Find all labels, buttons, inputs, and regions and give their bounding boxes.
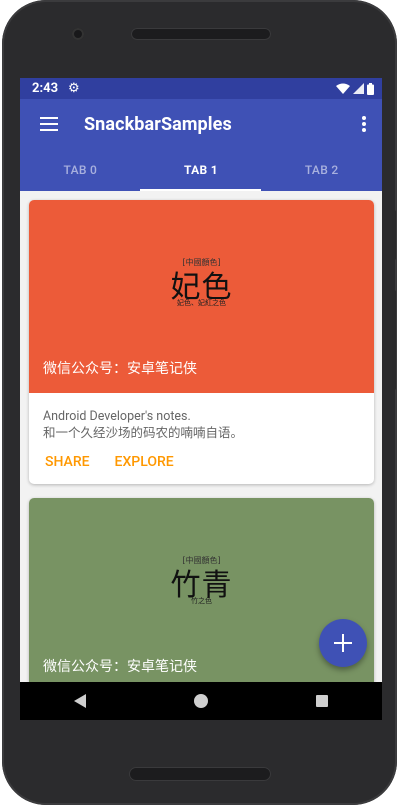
card-actions: SHARE EXPLORE (29, 442, 374, 470)
app-bar: SnackbarSamples (20, 99, 382, 149)
phone-frame: 2:43 ⚙ SnackbarSamples TAB 0 TAB 1 TAB 2 (2, 0, 397, 805)
card-text-line-1: Android Developer's notes. (43, 409, 191, 424)
tab-1[interactable]: TAB 1 (141, 149, 262, 191)
hero-subtitle: 竹之色 (191, 597, 212, 605)
earpiece-speaker (131, 28, 271, 40)
tab-bar: TAB 0 TAB 1 TAB 2 (20, 149, 382, 191)
menu-button[interactable] (20, 99, 78, 149)
menu-icon (40, 117, 58, 131)
card-body: Android Developer's notes. 和一个久经沙场的码农的喃喃… (29, 393, 374, 442)
app-title: SnackbarSamples (84, 113, 232, 135)
tab-2[interactable]: TAB 2 (261, 149, 382, 191)
front-camera (72, 28, 84, 40)
overflow-menu-button[interactable] (346, 99, 382, 149)
status-bar: 2:43 ⚙ (20, 78, 382, 99)
add-fab[interactable] (319, 619, 367, 667)
card-list: [中國顏色] 妃色 妃色、妃紅之色 微信公众号：安卓笔记侠 Android De… (20, 191, 382, 682)
add-icon (334, 634, 352, 652)
more-vert-icon (362, 116, 366, 132)
bottom-speaker (129, 767, 271, 781)
nav-back-icon[interactable] (74, 694, 86, 708)
battery-icon (367, 82, 374, 95)
hero-subtitle: 妃色、妃紅之色 (177, 299, 226, 307)
tab-0[interactable]: TAB 0 (20, 149, 141, 191)
explore-button[interactable]: EXPLORE (115, 454, 174, 470)
status-icons (336, 82, 374, 95)
system-nav-bar (20, 682, 382, 720)
signal-icon (353, 83, 364, 94)
share-button[interactable]: SHARE (45, 454, 90, 470)
card-hero: [中國顏色] 妃色 妃色、妃紅之色 微信公众号：安卓笔记侠 (29, 200, 374, 393)
card-caption: 微信公众号：安卓笔记侠 (43, 659, 197, 675)
screen: 2:43 ⚙ SnackbarSamples TAB 0 TAB 1 TAB 2 (20, 78, 382, 720)
settings-icon: ⚙ (68, 81, 80, 96)
card-text-line-2: 和一个久经沙场的码农的喃喃自语。 (43, 426, 244, 441)
power-button (392, 290, 396, 390)
card-caption: 微信公众号：安卓笔记侠 (43, 361, 197, 377)
volume-button (392, 210, 396, 260)
card[interactable]: [中國顏色] 妃色 妃色、妃紅之色 微信公众号：安卓笔记侠 Android De… (29, 200, 374, 484)
wifi-icon (336, 83, 350, 94)
nav-home-icon[interactable] (194, 694, 208, 708)
status-time: 2:43 (32, 81, 59, 96)
nav-recents-icon[interactable] (316, 695, 328, 707)
